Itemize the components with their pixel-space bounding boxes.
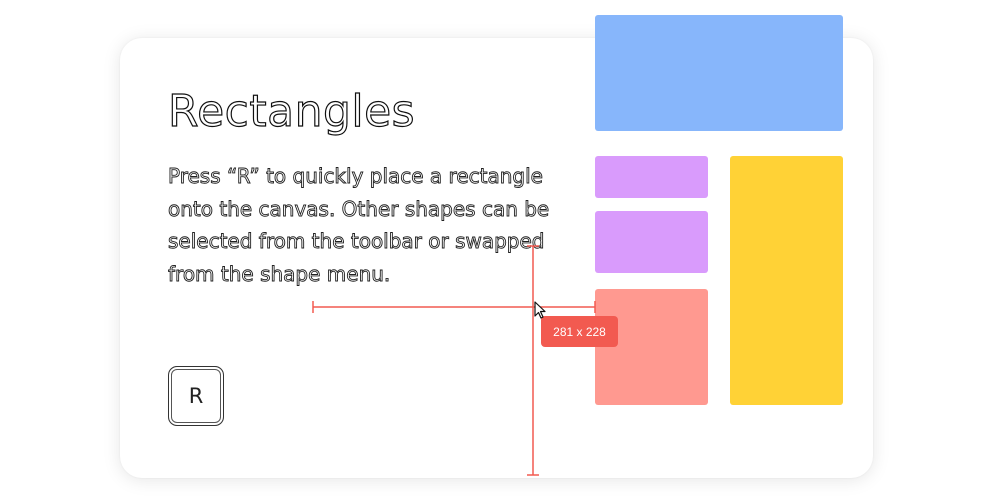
measurement-guides (312, 245, 596, 476)
cursor-icon (534, 301, 546, 319)
size-badge: 281 x 228 (541, 316, 618, 347)
